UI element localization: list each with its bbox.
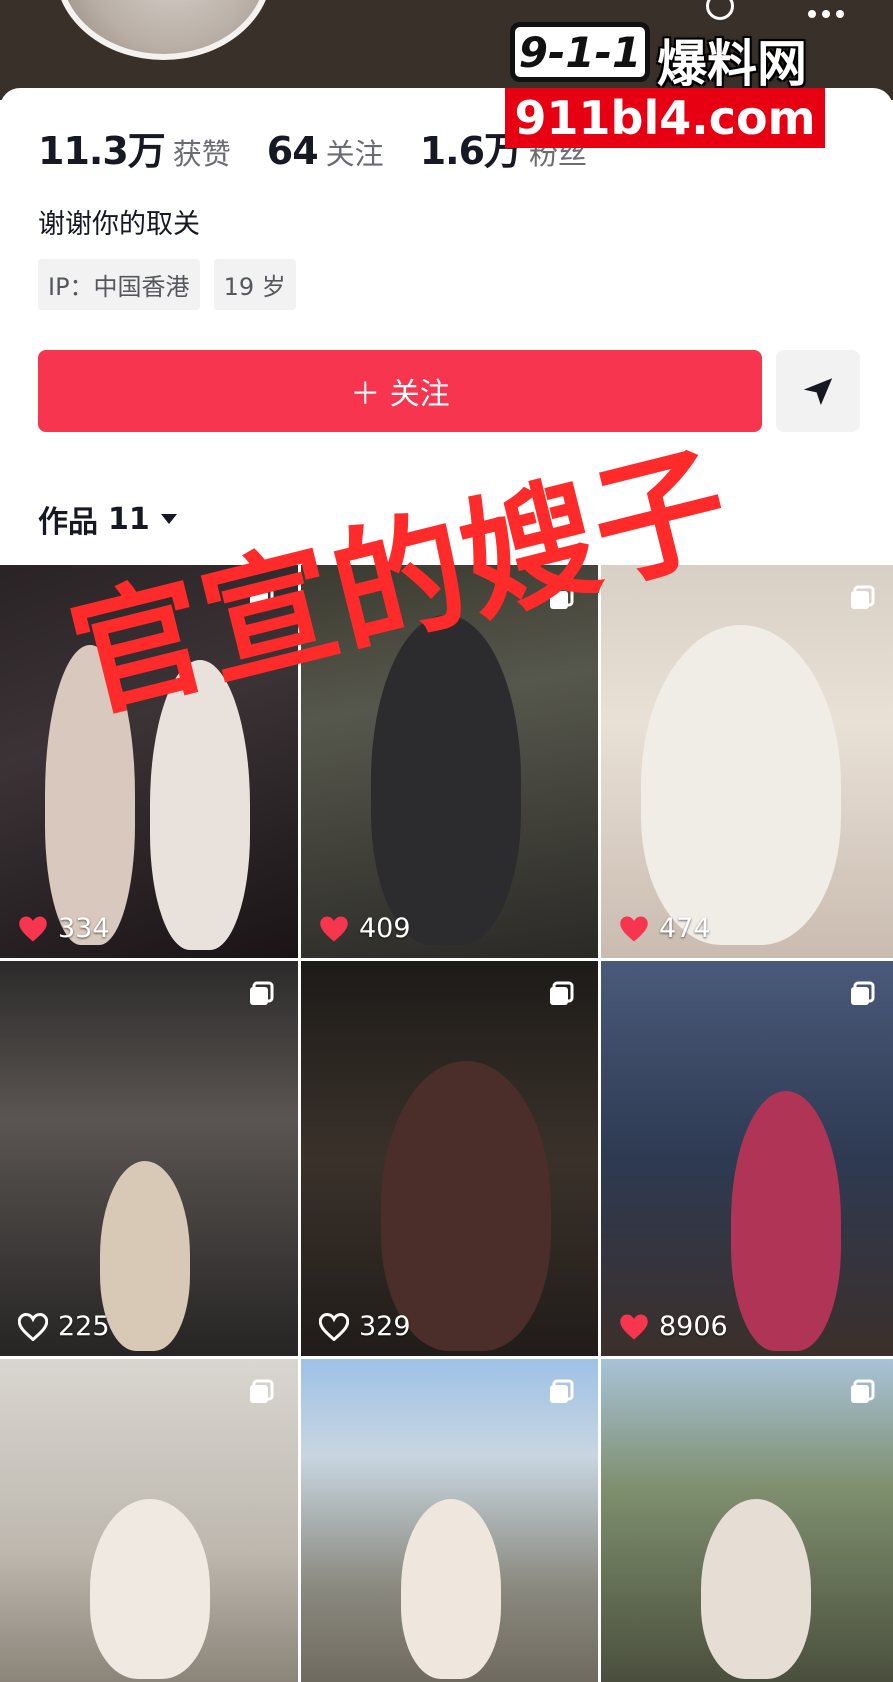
multi-image-icon [851,981,875,1005]
heart-icon [319,1312,349,1341]
multi-image-icon [851,585,875,609]
following-count[interactable]: 64 [267,129,319,173]
like-count-value: 8906 [659,1311,728,1342]
video-tile[interactable] [0,1359,298,1682]
follow-label: ＋ 关注 [350,377,450,412]
heart-icon [620,916,648,941]
video-tile[interactable]: 225 [0,961,298,1356]
heart-icon [320,916,348,941]
like-count: 409 [319,913,411,944]
send-message-button[interactable] [776,350,860,432]
like-count-value: 329 [359,1311,411,1342]
like-count: 474 [619,913,711,944]
watermark-brand: 爆料网 [657,35,807,93]
watermark-logo: 9-1-1 爆料网 911bl4.com [505,10,892,148]
like-count-value: 409 [359,913,411,944]
like-count-value: 334 [58,913,110,944]
video-tile[interactable] [601,1359,893,1682]
avatar[interactable] [55,0,272,60]
like-count: 329 [319,1311,411,1342]
like-count: 225 [18,1311,110,1342]
watermark-badge: 9-1-1 [510,22,650,82]
multi-image-icon [250,981,274,1005]
profile-tags: IP：中国香港 19 岁 [38,259,296,310]
following-label[interactable]: 关注 [326,131,384,173]
ip-location-tag: IP：中国香港 [38,259,200,310]
works-label: 作品 [38,505,98,540]
like-count: 334 [18,913,110,944]
multi-image-icon [550,1379,574,1403]
watermark-domain: 911bl4.com [505,88,825,148]
video-tile[interactable]: 329 [301,961,598,1356]
video-tile[interactable]: 474 [601,565,893,958]
like-count: 8906 [619,1311,728,1342]
likes-label: 获赞 [172,137,231,171]
likes-count: 11.3万 [38,129,166,173]
heart-icon [18,1312,48,1341]
send-icon [803,378,833,406]
multi-image-icon [550,981,574,1005]
like-count-value: 225 [58,1311,110,1342]
video-tile[interactable] [301,1359,598,1682]
heart-icon [620,1314,648,1339]
bio: 谢谢你的取关 [38,209,200,240]
multi-image-icon [250,1379,274,1403]
works-count: 11 [108,501,150,537]
multi-image-icon [851,1379,875,1403]
like-count-value: 474 [659,913,711,944]
caret-down-icon [160,514,177,524]
age-tag: 19 岁 [213,259,296,310]
heart-icon [19,916,47,941]
video-tile[interactable]: 8906 [601,961,893,1356]
